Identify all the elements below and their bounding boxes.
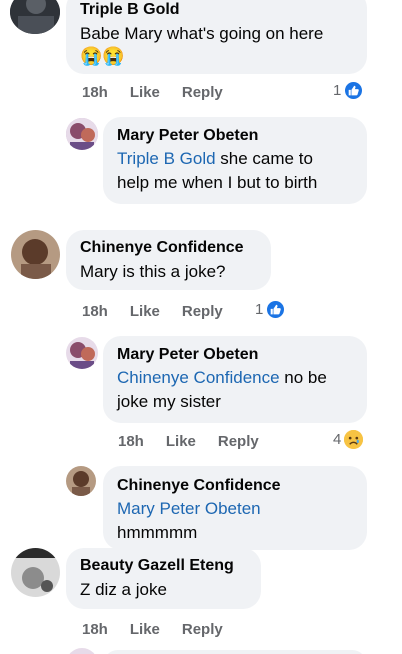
like-button[interactable]: Like	[130, 303, 160, 320]
like-button[interactable]: Like	[166, 433, 196, 450]
comment-actions: 18h Like Reply	[82, 619, 223, 639]
reply-button[interactable]: Reply	[182, 84, 223, 101]
comment-bubble: Chinenye Confidence Mary is this a joke?	[66, 230, 271, 290]
like-button[interactable]: Like	[130, 621, 160, 638]
reply-bubble: Mary Peter Obeten Triple B Gold she came…	[103, 117, 367, 204]
avatar-chinenye-confidence[interactable]	[66, 466, 96, 496]
comment-actions: 18h Like Reply	[82, 301, 223, 321]
sad-face-icon	[344, 429, 364, 449]
reply-bubble: Mary Peter Obeten Chinenye Confidence no…	[103, 336, 367, 423]
comment-author[interactable]: Chinenye Confidence	[80, 238, 259, 258]
reply-bubble: Chinenye Confidence Mary Peter Obeten hm…	[103, 466, 367, 550]
comment-text: Z diz a joke	[80, 580, 167, 599]
avatar-next-reply[interactable]	[66, 648, 98, 654]
like-button[interactable]: Like	[130, 84, 160, 101]
avatar-chinenye-confidence[interactable]	[11, 230, 60, 279]
reply-button[interactable]: Reply	[182, 621, 223, 638]
mention-link[interactable]: Triple B Gold	[117, 149, 216, 168]
avatar-mary-peter-obeten[interactable]	[66, 118, 98, 150]
comment-bubble: Triple B Gold Babe Mary what's going on …	[66, 0, 367, 74]
thumbs-up-icon	[266, 299, 286, 319]
reply-author[interactable]: Chinenye Confidence	[117, 476, 355, 496]
avatar-beauty-gazell-eteng[interactable]	[11, 548, 60, 597]
reply-text-line2: hmmmmm	[117, 523, 198, 542]
comment-text: Babe Mary what's going on here	[80, 24, 324, 43]
reply-text-line2: help me when I but to birth	[117, 173, 318, 192]
reply-text: Chinenye Confidence no be	[117, 368, 327, 387]
reply-author[interactable]: Mary Peter Obeten	[117, 126, 355, 146]
comment-author[interactable]: Beauty Gazell Eteng	[80, 556, 249, 576]
comment-time[interactable]: 18h	[82, 84, 108, 101]
avatar-mary-peter-obeten[interactable]	[66, 337, 98, 369]
comment-time[interactable]: 18h	[82, 621, 108, 638]
mention-link[interactable]: Mary Peter Obeten	[117, 499, 261, 518]
comment-time[interactable]: 18h	[82, 303, 108, 320]
mention-link[interactable]: Chinenye Confidence	[117, 368, 280, 387]
comment-text: Mary is this a joke?	[80, 262, 226, 281]
reply-time[interactable]: 18h	[118, 433, 144, 450]
reaction-summary[interactable]: 4	[333, 429, 364, 449]
reply-button[interactable]: Reply	[218, 433, 259, 450]
reaction-summary[interactable]: 1	[255, 299, 286, 319]
reply-text-line2: joke my sister	[117, 392, 221, 411]
reaction-count: 4	[333, 430, 342, 448]
comment-bubble: Beauty Gazell Eteng Z diz a joke	[66, 548, 261, 609]
reply-text: Triple B Gold she came to	[117, 149, 313, 168]
reply-text: Mary Peter Obeten	[117, 497, 355, 521]
thumbs-up-icon	[344, 80, 364, 100]
reaction-count: 1	[333, 81, 342, 99]
reply-actions: 18h Like Reply	[118, 431, 259, 451]
reply-bubble-partial	[103, 650, 367, 654]
reply-button[interactable]: Reply	[182, 303, 223, 320]
reaction-summary[interactable]: 1	[333, 80, 364, 100]
avatar-triple-b-gold[interactable]	[10, 0, 60, 34]
comment-emoji: 😭😭	[80, 46, 125, 66]
reaction-count: 1	[255, 300, 264, 318]
reply-author[interactable]: Mary Peter Obeten	[117, 345, 355, 365]
comment-actions: 18h Like Reply	[82, 82, 223, 102]
comment-author[interactable]: Triple B Gold	[80, 0, 355, 20]
